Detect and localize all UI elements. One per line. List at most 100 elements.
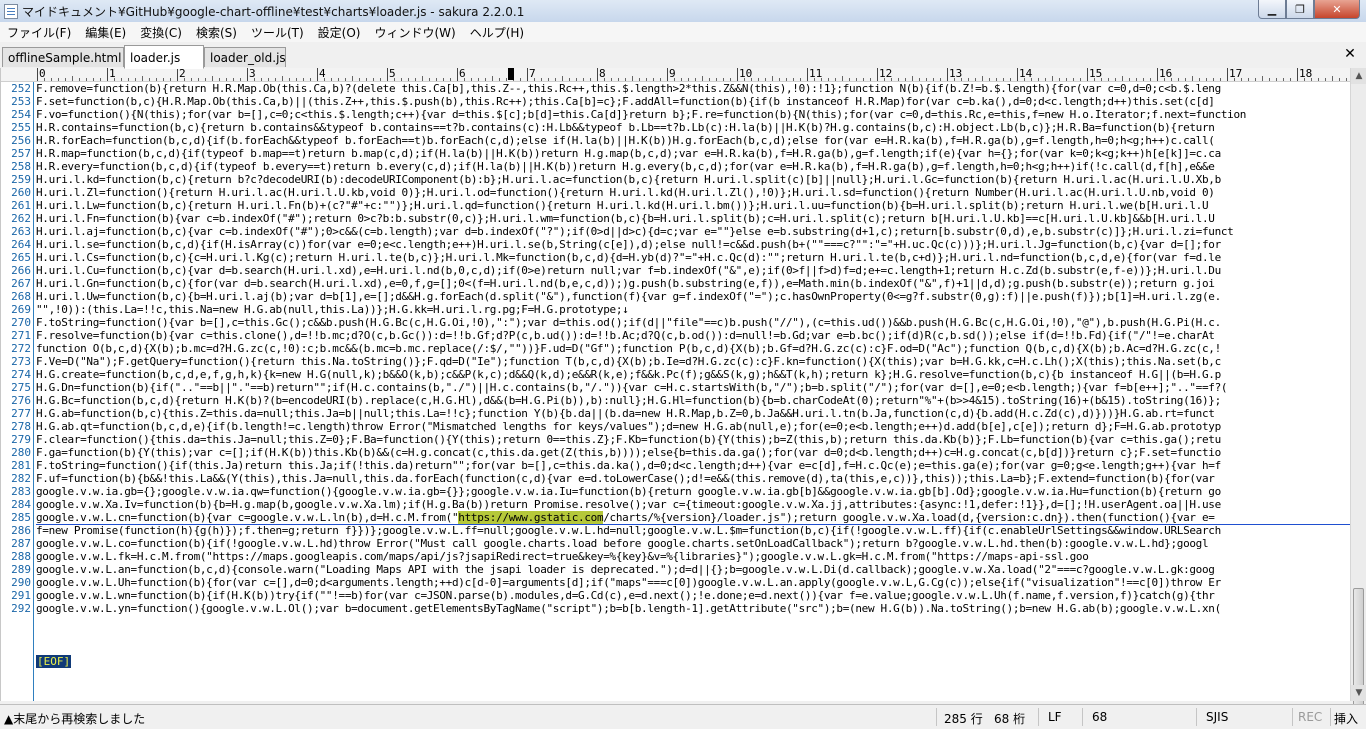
ruler-tick bbox=[919, 78, 920, 81]
code-line[interactable]: F.vo=function(){N(this);for(var b=[],c=0… bbox=[36, 108, 1351, 121]
editor-area[interactable]: 0 1 2 3 4 5 6 7 8 9 10 11 12 13 14 15 16 17 18 252 253 254 25… bbox=[0, 68, 1351, 701]
ruler-tick bbox=[541, 78, 542, 81]
ruler-tick bbox=[254, 78, 255, 81]
menu-edit[interactable]: 編集(E) bbox=[78, 24, 133, 41]
ruler-tick bbox=[1346, 78, 1347, 81]
line-number: 270 bbox=[11, 316, 31, 329]
code-line[interactable]: f=new Promise(function(h){g(h)});f.then=… bbox=[36, 524, 1351, 537]
code-line[interactable]: H.G.create=function(b,c,d,e,f,g,h,k){k=n… bbox=[36, 368, 1351, 381]
ruler-tick bbox=[688, 78, 689, 81]
ruler-tick bbox=[135, 78, 136, 81]
code-line[interactable]: F.ga=function(b){Y(this);var c=[];if(H.K… bbox=[36, 446, 1351, 459]
code-line[interactable]: H.uri.l.se=function(b,c,d){if(H.isArray(… bbox=[36, 238, 1351, 251]
ruler-tick bbox=[1241, 78, 1242, 81]
code-line[interactable]: H.uri.l.kd=function(b,c){return b?c?deco… bbox=[36, 173, 1351, 186]
ruler-tick bbox=[898, 78, 899, 81]
code-line[interactable]: google.v.w.L.yn=function(){google.v.w.L.… bbox=[36, 602, 1351, 615]
code-line[interactable]: google.v.w.L.an=function(b,c,d){console.… bbox=[36, 563, 1351, 576]
code-line[interactable]: function O(b,c,d){X(b);b.mc=d?H.G.zc(c,!… bbox=[36, 342, 1351, 355]
tab-loader-js[interactable]: loader.js bbox=[124, 45, 204, 69]
ruler-tick bbox=[1311, 78, 1312, 81]
ruler-tick bbox=[1129, 78, 1130, 81]
code-line[interactable]: google.v.w.ia.gb={};google.v.w.ia.qw=fun… bbox=[36, 485, 1351, 498]
status-encoding[interactable]: SJIS bbox=[1206, 710, 1228, 724]
code-line[interactable]: google.v.w.L.fk=H.c.M.from("https://maps… bbox=[36, 550, 1351, 563]
code-line[interactable]: F.clear=function(){this.da=this.Ja=null;… bbox=[36, 433, 1351, 446]
menu-search[interactable]: 検索(S) bbox=[189, 24, 244, 41]
code-line[interactable]: google.v.w.L.wn=function(b){if(H.K(b))tr… bbox=[36, 589, 1351, 602]
scroll-up-icon[interactable]: ▲ bbox=[1351, 68, 1366, 84]
code-line[interactable]: F.toString=function(){var b=[],c=this.Gc… bbox=[36, 316, 1351, 329]
restore-button[interactable]: ❐ bbox=[1286, 0, 1314, 19]
menu-convert[interactable]: 変換(C) bbox=[133, 24, 189, 41]
status-divider bbox=[1292, 708, 1293, 726]
ruler-tick bbox=[1206, 78, 1207, 81]
ruler-tick bbox=[450, 78, 451, 81]
menu-file[interactable]: ファイル(F) bbox=[0, 24, 78, 41]
ruler-tick bbox=[170, 78, 171, 81]
menu-window[interactable]: ウィンドウ(W) bbox=[367, 24, 462, 41]
line-number: 262 bbox=[11, 212, 31, 225]
tab-loader-old[interactable]: loader_old.js bbox=[204, 47, 286, 67]
code-line[interactable]: H.G.ab.qt=function(b,c,d,e){if(b.length!… bbox=[36, 420, 1351, 433]
current-code-line[interactable]: google.v.w.L.cn=function(b){var c=google… bbox=[36, 511, 1351, 525]
eof-marker: [EOF] bbox=[36, 655, 72, 668]
code-line[interactable]: H.G.ab=function(b,c){this.Z=this.da=null… bbox=[36, 407, 1351, 420]
ruler-tick bbox=[674, 78, 675, 81]
code-line[interactable]: google.v.w.L.co=function(b){if(!google.v… bbox=[36, 537, 1351, 550]
line-number: 271 bbox=[11, 329, 31, 342]
code-line[interactable]: H.R.map=function(b,c,d){if(typeof b.map=… bbox=[36, 147, 1351, 160]
status-newline[interactable]: LF bbox=[1048, 710, 1062, 724]
line-number: 281 bbox=[11, 459, 31, 472]
code-line[interactable]: google.v.w.L.Uh=function(b){for(var c=[]… bbox=[36, 576, 1351, 589]
code-line[interactable]: H.uri.l.Lw=function(b,c){return H.uri.l.… bbox=[36, 199, 1351, 212]
code-line[interactable]: H.R.every=function(b,c,d){if(typeof b.ev… bbox=[36, 160, 1351, 173]
code-line[interactable]: H.uri.l.aj=function(b,c){var c=b.indexOf… bbox=[36, 225, 1351, 238]
code-line[interactable]: F.set=function(b,c){H.R.Map.Ob(this.Ca,b… bbox=[36, 95, 1351, 108]
line-number: 276 bbox=[11, 394, 31, 407]
code-line[interactable]: F.resolve=function(b){var c=this.clone()… bbox=[36, 329, 1351, 342]
menu-help[interactable]: ヘルプ(H) bbox=[463, 24, 531, 41]
ruler-tick bbox=[856, 78, 857, 81]
code-line[interactable]: H.uri.l.Cs=function(b,c){c=H.uri.l.Kg(c)… bbox=[36, 251, 1351, 264]
tab-close-button[interactable]: ✕ bbox=[1342, 46, 1358, 62]
line-number: 253 bbox=[11, 95, 31, 108]
code-line[interactable]: google.v.w.Xa.Iv=function(b){b=H.g.map(b… bbox=[36, 498, 1351, 511]
code-line[interactable]: F.toString=function(){if(this.Ja)return … bbox=[36, 459, 1351, 472]
ruler-tick bbox=[373, 78, 374, 81]
ruler-tick bbox=[646, 78, 647, 81]
status-insert-mode[interactable]: 挿入 bbox=[1334, 710, 1358, 727]
ruler-tick bbox=[1199, 78, 1200, 81]
minimize-button[interactable]: ▁ bbox=[1258, 0, 1286, 19]
code-line[interactable]: H.R.contains=function(b,c){return b.cont… bbox=[36, 121, 1351, 134]
tab-offline-sample[interactable]: offlineSample.html bbox=[2, 47, 124, 67]
ruler-tick bbox=[1059, 78, 1060, 81]
status-row: 285 行 bbox=[944, 712, 983, 726]
ruler-tick bbox=[1220, 78, 1221, 81]
vertical-scrollbar[interactable]: ▲ ▼ bbox=[1350, 68, 1366, 708]
title-bar: マイドキュメント¥GitHub¥google-chart-offline¥tes… bbox=[0, 0, 1366, 23]
ruler-tick bbox=[1262, 76, 1263, 81]
scroll-down-icon[interactable]: ▼ bbox=[1351, 685, 1366, 701]
code-line[interactable]: H.G.Bc=function(b,c,d){return H.K(b)?(b=… bbox=[36, 394, 1351, 407]
code-line[interactable]: H.uri.l.Gn=function(b,c){for(var d=b.sea… bbox=[36, 277, 1351, 290]
line-number: 273 bbox=[11, 355, 31, 368]
close-button[interactable]: ✕ bbox=[1314, 0, 1360, 19]
code-line[interactable]: H.uri.l.Fn=function(b){var c=b.indexOf("… bbox=[36, 212, 1351, 225]
menu-settings[interactable]: 設定(O) bbox=[311, 24, 368, 41]
code-line[interactable]: "",!0)):(this.La=!!c,this.Na=new H.G.ab(… bbox=[36, 303, 1351, 316]
code-line[interactable]: H.R.forEach=function(b,c,d){if(b.forEach… bbox=[36, 134, 1351, 147]
code-line[interactable]: H.G.Dn=function(b){if(".."==b||"."==b)re… bbox=[36, 381, 1351, 394]
ruler-tick bbox=[618, 78, 619, 81]
code-line[interactable]: F.Ve=D("Na");F.getQuery=function(){retur… bbox=[36, 355, 1351, 368]
code-line[interactable]: H.uri.l.Uw=function(b,c){b=H.uri.l.aj(b)… bbox=[36, 290, 1351, 303]
menu-tools[interactable]: ツール(T) bbox=[244, 24, 311, 41]
code-line[interactable]: H.uri.l.Cu=function(b,c){var d=b.search(… bbox=[36, 264, 1351, 277]
line-number: 284 bbox=[11, 498, 31, 511]
code-line[interactable]: F.uf=function(b){b&&!this.La&&(Y(this),t… bbox=[36, 472, 1351, 485]
sakura-app-icon[interactable] bbox=[4, 4, 18, 19]
code-line[interactable]: F.remove=function(b){return H.R.Map.Ob(t… bbox=[36, 82, 1351, 95]
ruler-tick bbox=[814, 78, 815, 81]
code-line[interactable]: H.uri.l.Zl=function(){return H.uri.l.ac(… bbox=[36, 186, 1351, 199]
ruler-tick bbox=[219, 78, 220, 81]
